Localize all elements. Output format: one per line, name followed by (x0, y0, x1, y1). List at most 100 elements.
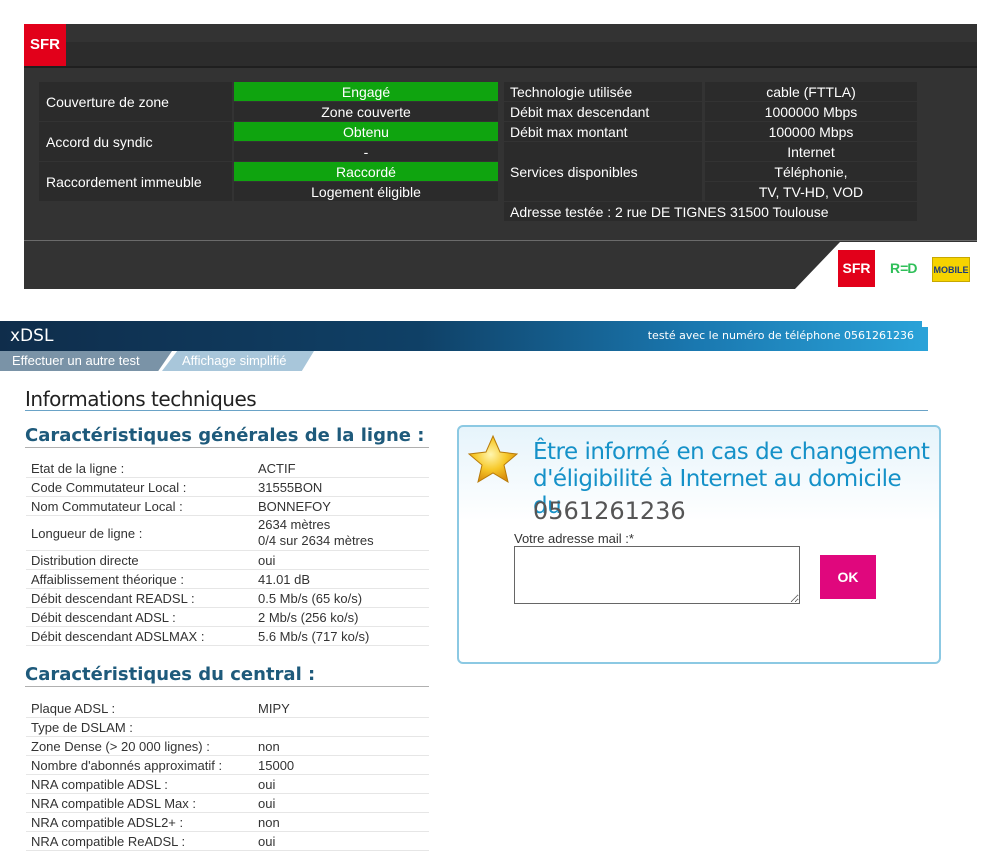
table-row: Débit descendant ADSLMAX : 5.6 Mb/s (717 … (26, 627, 429, 646)
action-tabs: Effectuer un autre test Affichage simpli… (0, 351, 320, 371)
row-value: 15000 (258, 757, 295, 773)
tab-new-test[interactable]: Effectuer un autre test (0, 351, 172, 371)
row-key: Débit descendant ADSL : (31, 609, 176, 625)
table-row: Plaque ADSL : MIPY (26, 699, 429, 718)
table-row: NRA compatible ADSL2+ : non (26, 813, 429, 832)
table-row: NRA compatible ADSL Max : oui (26, 794, 429, 813)
row-value: oui (258, 795, 276, 811)
tested-address: Adresse testée : 2 rue DE TIGNES 31500 T… (504, 202, 917, 221)
row-value-line: 0/4 sur 2634 mètres (258, 533, 374, 548)
table-row: Débit descendant ADSL : 2 Mb/s (256 ko/s) (26, 608, 429, 627)
laposte-mobile-logo-text: MOBILE (933, 265, 969, 275)
table-row: Affaiblissement théorique : 41.01 dB (26, 570, 429, 589)
row-value: 2 Mb/s (256 ko/s) (258, 609, 359, 625)
sfr-eligibility-panel: SFR Couverture de zone Engagé Zone couve… (24, 24, 977, 289)
table-row: NRA compatible ADSL : oui (26, 775, 429, 794)
email-field[interactable] (514, 546, 800, 604)
row-value-line: 2634 mètres (258, 517, 331, 532)
row-value: BONNEFOY (258, 498, 331, 514)
status-badge-raccordement: Raccordé (234, 162, 498, 181)
xdsl-title: xDSL (10, 326, 54, 346)
tech-label-debit-montant: Débit max montant (504, 122, 702, 141)
notify-phone: 0561261236 (533, 497, 686, 525)
page-title: Informations techniques (25, 387, 257, 411)
row-value: 5.6 Mb/s (717 ko/s) (258, 628, 370, 644)
xdsl-header-bar: xDSL testé avec le numéro de téléphone 0… (0, 321, 928, 351)
service-item: TV, TV-HD, VOD (705, 182, 917, 201)
row-label-raccordement: Raccordement immeuble (39, 162, 232, 201)
row-key: Zone Dense (> 20 000 lignes) : (31, 738, 210, 754)
table-row: Distribution directe oui (26, 551, 429, 570)
row-value: 41.01 dB (258, 571, 311, 587)
red-logo[interactable]: R=D (890, 260, 917, 276)
central-table: Plaque ADSL : MIPY Type de DSLAM : Zone D… (26, 699, 429, 851)
row-value: 2634 mètres 0/4 sur 2634 mètres (252, 517, 429, 549)
row-key: Nombre d'abonnés approximatif : (31, 757, 223, 773)
section-divider (25, 447, 429, 448)
title-divider (25, 410, 928, 411)
tab-simple-view[interactable]: Affichage simplifié (162, 351, 314, 371)
row-value: oui (258, 833, 276, 849)
table-row: Code Commutateur Local : 31555BON (26, 478, 429, 497)
status-badge-syndic: Obtenu (234, 122, 498, 141)
row-key: Affaiblissement théorique : (31, 571, 184, 587)
row-key: Nom Commutateur Local : (31, 498, 183, 514)
row-key: NRA compatible ADSL : (31, 776, 168, 792)
laposte-mobile-logo[interactable]: MOBILE (932, 257, 970, 282)
table-row: Etat de la ligne : ACTIF (26, 459, 429, 478)
row-value: oui (258, 552, 276, 568)
sfr-top-bar (66, 42, 977, 66)
table-row: Type de DSLAM : (26, 718, 429, 737)
tested-phone-text: testé avec le numéro de téléphone 056126… (647, 329, 914, 342)
sfr-logo: SFR (24, 24, 66, 66)
row-key: Débit descendant READSL : (31, 590, 195, 606)
header-corner (922, 321, 928, 327)
row-key: NRA compatible ReADSL : (31, 833, 186, 849)
row-key: Etat de la ligne : (31, 460, 125, 476)
table-row: Zone Dense (> 20 000 lignes) : non (26, 737, 429, 756)
row-key: Débit descendant ADSLMAX : (31, 628, 205, 644)
row-value: oui (258, 776, 276, 792)
status-badge-couverture: Engagé (234, 82, 498, 101)
row-key: Plaque ADSL : (31, 700, 116, 716)
tech-value-technologie: cable (FTTLA) (705, 82, 917, 101)
email-label: Votre adresse mail :* (514, 531, 634, 546)
sfr-footer-logo[interactable]: SFR (838, 250, 875, 287)
sub-status-raccordement: Logement éligible (234, 182, 498, 201)
row-label-syndic: Accord du syndic (39, 122, 232, 161)
sfr-footer-divider (24, 240, 977, 241)
eligibility-notify-box: Être informé en cas de changement d'élig… (457, 425, 941, 664)
tech-label-debit-descendant: Débit max descendant (504, 102, 702, 121)
service-item: Internet (705, 142, 917, 161)
row-value: non (258, 738, 280, 754)
ok-button[interactable]: OK (820, 555, 876, 599)
row-key: Code Commutateur Local : (31, 479, 187, 495)
tech-value-debit-descendant: 1000000 Mbps (705, 102, 917, 121)
sub-status-couverture: Zone couverte (234, 102, 498, 121)
general-table: Etat de la ligne : ACTIF Code Commutateur… (26, 459, 429, 646)
section-divider (25, 686, 429, 687)
sfr-top-divider (24, 66, 977, 68)
row-key: Longueur de ligne : (31, 525, 143, 541)
row-value: 0.5 Mb/s (65 ko/s) (258, 590, 363, 606)
row-label-couverture: Couverture de zone (39, 82, 232, 121)
tech-label-technologie: Technologie utilisée (504, 82, 702, 101)
table-row: Débit descendant READSL : 0.5 Mb/s (65 ko… (26, 589, 429, 608)
table-row: Nom Commutateur Local : BONNEFOY (26, 497, 429, 516)
services-label: Services disponibles (504, 142, 702, 201)
row-value: 31555BON (258, 479, 323, 495)
table-row: Nombre d'abonnés approximatif : 15000 (26, 756, 429, 775)
section-title-central: Caractéristiques du central : (25, 664, 316, 685)
sub-status-syndic: - (234, 142, 498, 161)
star-icon (467, 434, 519, 484)
table-row: Longueur de ligne : 2634 mètres 0/4 sur 26… (26, 516, 429, 551)
row-value: ACTIF (258, 460, 296, 476)
row-value: MIPY (258, 700, 290, 716)
tech-value-debit-montant: 100000 Mbps (705, 122, 917, 141)
service-item: Téléphonie, (705, 162, 917, 181)
row-value: non (258, 814, 280, 830)
row-key: Type de DSLAM : (31, 719, 133, 735)
section-title-general: Caractéristiques générales de la ligne : (25, 425, 425, 446)
table-row: NRA compatible ReADSL : oui (26, 832, 429, 851)
row-key: Distribution directe (31, 552, 139, 568)
